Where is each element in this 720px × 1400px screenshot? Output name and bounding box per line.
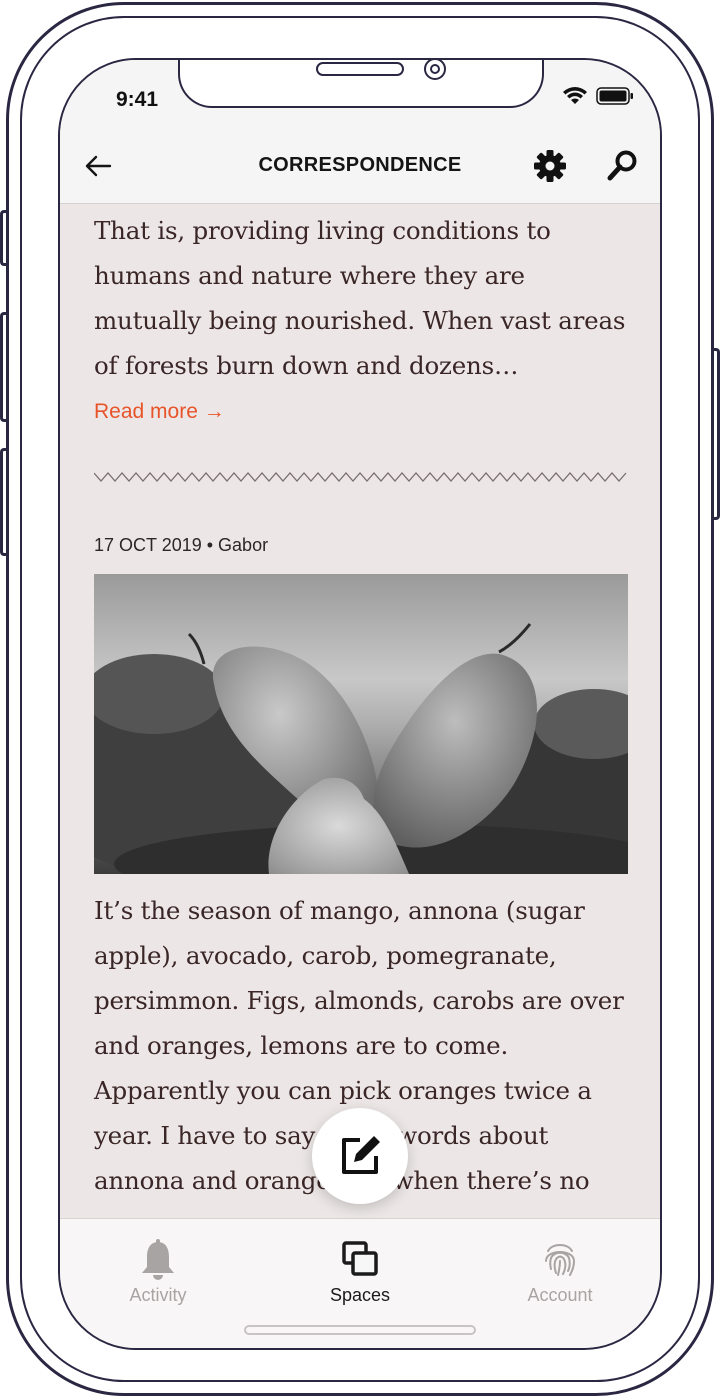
page-title: CORRESPONDENCE — [258, 154, 462, 176]
tab-label-account: Account — [527, 1285, 593, 1305]
app-header: CORRESPONDENCE — [60, 136, 660, 202]
tab-label-spaces: Spaces — [329, 1285, 391, 1305]
spaces-icon — [342, 1241, 378, 1276]
tab-label-activity: Activity — [129, 1285, 187, 1305]
battery-icon — [596, 87, 633, 105]
search-icon[interactable] — [604, 148, 640, 184]
compose-button[interactable] — [312, 1108, 408, 1204]
tab-activity[interactable]: Activity — [88, 1237, 228, 1306]
correspondence-feed[interactable]: That is, providing living conditions to … — [93, 204, 628, 1203]
tab-account[interactable]: Account — [490, 1237, 630, 1306]
gear-icon[interactable] — [532, 148, 568, 184]
speaker-grille — [316, 62, 404, 76]
front-camera — [424, 60, 446, 80]
app-screen: That is, providing living conditions to … — [58, 58, 662, 1350]
bell-icon — [142, 1239, 174, 1280]
read-more-link[interactable]: Read more → — [94, 400, 225, 424]
home-indicator[interactable] — [244, 1325, 476, 1335]
tab-spaces[interactable]: Spaces — [290, 1237, 430, 1306]
wifi-icon — [563, 87, 587, 104]
mango-photo — [94, 574, 628, 874]
fingerprint-icon — [545, 1244, 576, 1276]
tab-bar: Activity Spaces Account — [60, 1218, 660, 1348]
status-icons — [562, 86, 634, 106]
post-excerpt: That is, providing living conditions to … — [94, 216, 626, 380]
edit-icon — [342, 1136, 380, 1174]
status-time: 9:41 — [116, 88, 159, 111]
post-meta: 17 OCT 2019 • Gabor — [94, 535, 269, 555]
zigzag-divider — [93, 472, 627, 482]
